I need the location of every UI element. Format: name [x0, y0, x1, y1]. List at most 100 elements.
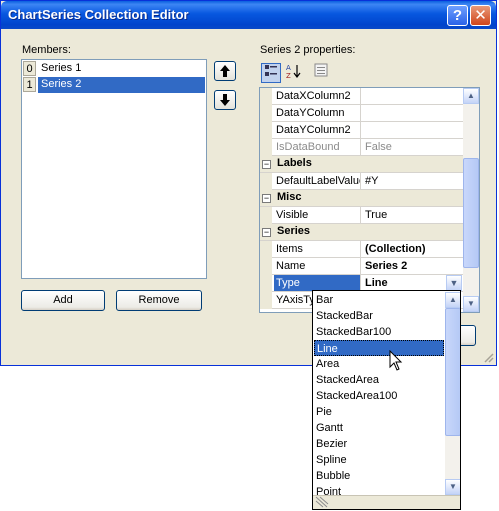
row-margin — [260, 173, 272, 190]
add-button[interactable]: Add — [21, 290, 105, 311]
collapse-icon[interactable]: − — [262, 160, 271, 169]
property-row[interactable]: Name Series 2 — [260, 258, 463, 275]
row-margin — [260, 292, 272, 309]
category-title: Series — [277, 225, 311, 237]
option-spline[interactable]: Spline — [314, 452, 444, 468]
title-bar[interactable]: ChartSeries Collection Editor ? ✕ — [1, 1, 496, 29]
category-title: Labels — [277, 157, 312, 169]
row-margin — [260, 122, 272, 139]
members-label: Members: — [22, 44, 71, 56]
alphabetical-view-button[interactable]: AZ — [283, 63, 303, 83]
property-row[interactable]: Visible True — [260, 207, 463, 224]
collapse-icon[interactable]: − — [262, 228, 271, 237]
property-name: IsDataBound — [274, 139, 361, 155]
members-list[interactable]: 0 Series 1 1 Series 2 — [21, 59, 207, 279]
mouse-pointer-icon — [389, 350, 403, 371]
scroll-down-arrow[interactable]: ▼ — [463, 296, 479, 312]
property-row[interactable]: DefaultLabelValue #Y — [260, 173, 463, 190]
member-name: Series 1 — [41, 62, 82, 74]
collapse-icon[interactable]: − — [262, 194, 271, 203]
scroll-thumb[interactable] — [463, 158, 479, 268]
type-dropdown-list[interactable]: Bar StackedBar StackedBar100 Line Area S… — [312, 290, 461, 510]
option-bezier[interactable]: Bezier — [314, 436, 444, 452]
row-margin — [260, 88, 272, 105]
category-title: Misc — [277, 191, 302, 203]
property-value[interactable]: #Y — [362, 173, 463, 189]
move-up-button[interactable] — [214, 61, 236, 81]
property-name: DataXColumn2 — [274, 88, 361, 104]
property-row[interactable]: DataYColumn — [260, 105, 463, 122]
svg-text:A: A — [286, 64, 291, 72]
arrow-up-icon — [220, 65, 230, 77]
property-name: DefaultLabelValue — [276, 173, 361, 189]
resize-grip-icon — [315, 496, 329, 508]
row-margin — [260, 207, 272, 224]
property-name: Name — [274, 258, 361, 274]
list-item-selected[interactable]: 1 Series 2 — [23, 77, 205, 93]
member-name: Series 2 — [38, 77, 205, 93]
option-pie[interactable]: Pie — [314, 404, 444, 420]
categorized-view-button[interactable] — [261, 63, 281, 83]
row-margin — [260, 139, 272, 156]
list-item[interactable]: 0 Series 1 — [23, 61, 205, 77]
property-value[interactable]: Series 2 — [362, 258, 463, 274]
property-value[interactable] — [362, 105, 463, 121]
option-area[interactable]: Area — [314, 356, 444, 372]
option-stackedarea[interactable]: StackedArea — [314, 372, 444, 388]
property-row[interactable]: Items (Collection) — [260, 241, 463, 258]
property-name: Items — [274, 241, 361, 257]
property-pages-button[interactable] — [311, 63, 331, 83]
property-row[interactable]: DataXColumn2 — [260, 88, 463, 105]
row-margin — [260, 275, 272, 292]
window-title: ChartSeries Collection Editor — [8, 7, 189, 22]
property-grid[interactable]: DataXColumn2 DataYColumn DataYColumn2 Is… — [259, 87, 480, 313]
close-button[interactable]: ✕ — [470, 5, 491, 26]
property-name: Type — [274, 275, 361, 291]
dropdown-resize-grip[interactable] — [313, 495, 460, 509]
property-name: DataYColumn2 — [274, 122, 361, 138]
member-index: 1 — [23, 77, 36, 92]
chevron-down-icon: ▼ — [449, 278, 459, 288]
svg-text:Z: Z — [286, 72, 291, 79]
property-value[interactable]: (Collection) — [362, 241, 463, 257]
property-grid-scrollbar[interactable]: ▲ ▼ — [463, 88, 479, 312]
member-index: 0 — [23, 61, 36, 76]
dropdown-arrow-button[interactable]: ▼ — [446, 275, 462, 291]
scroll-up-arrow[interactable]: ▲ — [463, 88, 479, 104]
property-pages-icon — [314, 63, 328, 77]
dropdown-scrollbar[interactable]: ▲ ▼ — [445, 292, 460, 495]
option-bubble[interactable]: Bubble — [314, 468, 444, 484]
option-stackedbar100[interactable]: StackedBar100 — [314, 324, 444, 340]
option-gantt[interactable]: Gantt — [314, 420, 444, 436]
row-margin — [260, 258, 272, 275]
categorized-icon — [265, 65, 277, 76]
property-value[interactable] — [362, 88, 463, 104]
property-value[interactable]: True — [362, 207, 463, 223]
option-line-selected[interactable]: Line — [314, 340, 444, 356]
properties-label: Series 2 properties: — [260, 44, 356, 56]
category-misc[interactable]: − Misc — [260, 190, 463, 207]
category-series[interactable]: − Series — [260, 224, 463, 241]
property-grid-toolbar: AZ — [259, 63, 479, 85]
property-value[interactable] — [362, 122, 463, 138]
property-row[interactable]: DataYColumn2 — [260, 122, 463, 139]
property-row[interactable]: IsDataBound False — [260, 139, 463, 156]
remove-button[interactable]: Remove — [116, 290, 202, 311]
scroll-down-arrow[interactable]: ▼ — [445, 479, 460, 495]
arrow-down-icon — [220, 94, 230, 106]
resize-grip-icon[interactable] — [482, 351, 494, 363]
option-stackedarea100[interactable]: StackedArea100 — [314, 388, 444, 404]
scroll-thumb[interactable] — [445, 308, 460, 436]
scroll-up-arrow[interactable]: ▲ — [445, 292, 460, 308]
sort-alpha-icon: AZ — [286, 64, 301, 80]
option-stackedbar[interactable]: StackedBar — [314, 308, 444, 324]
row-margin — [260, 105, 272, 122]
property-value: False — [365, 141, 392, 153]
property-name: Visible — [274, 207, 361, 223]
move-down-button[interactable] — [214, 90, 236, 110]
option-bar[interactable]: Bar — [314, 292, 444, 308]
help-button[interactable]: ? — [447, 5, 468, 26]
property-name: DataYColumn — [274, 105, 361, 121]
category-labels[interactable]: − Labels — [260, 156, 463, 173]
row-margin — [260, 241, 272, 258]
